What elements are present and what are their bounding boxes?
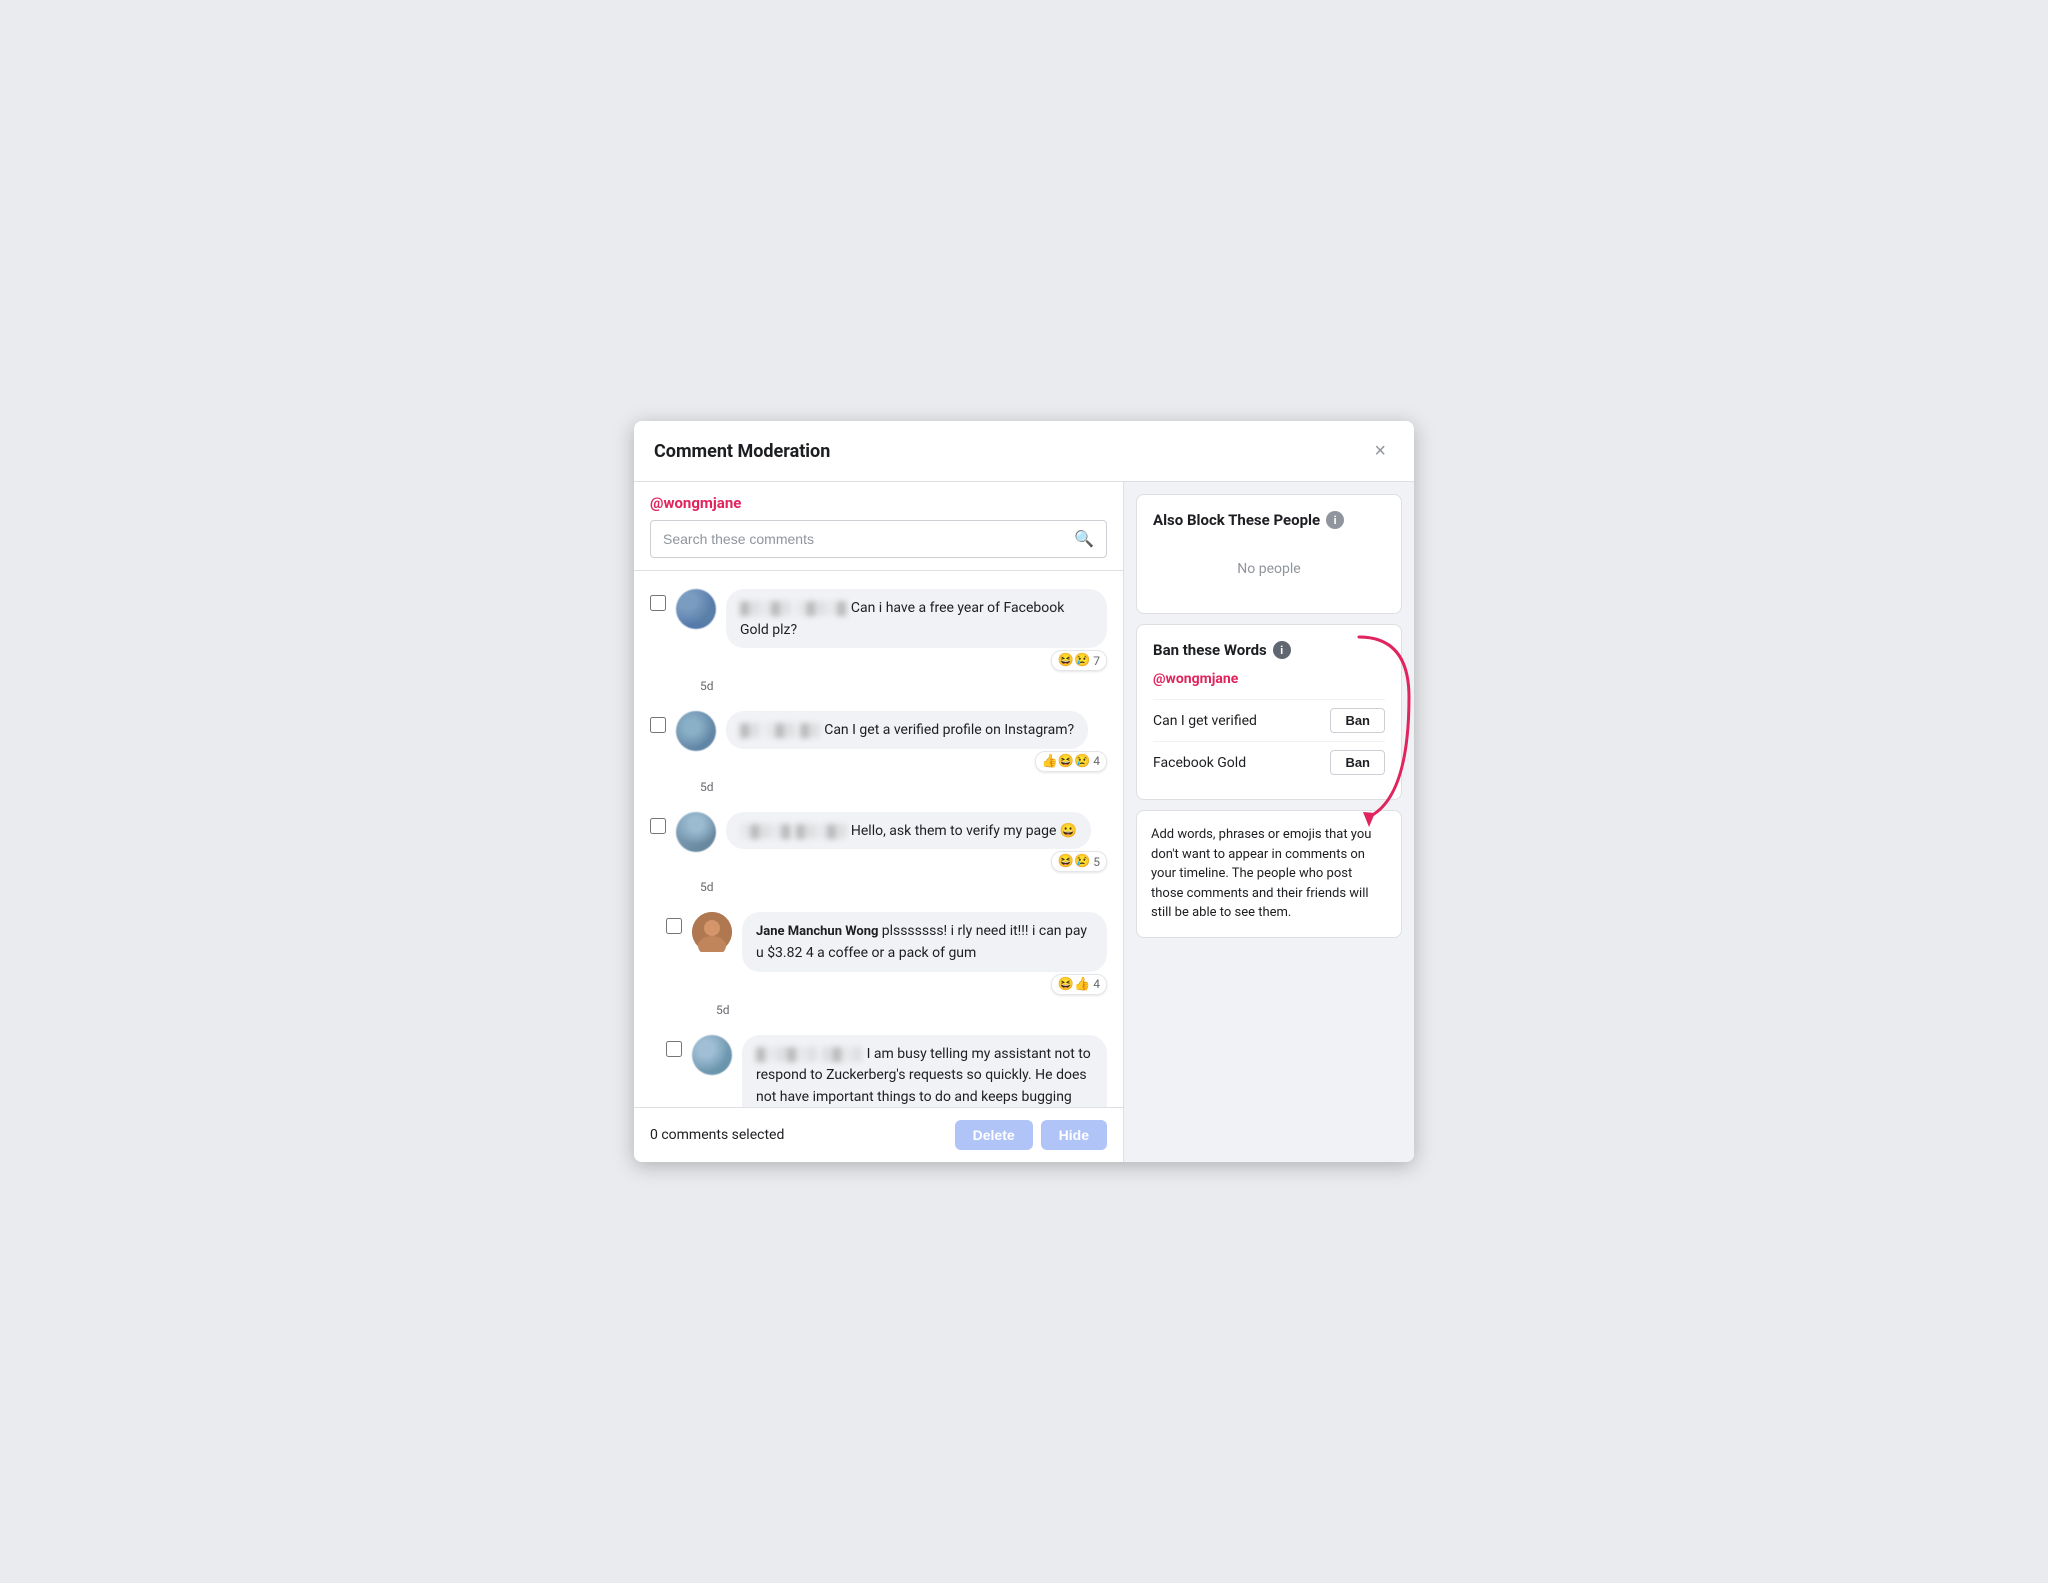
comment-checkbox[interactable] [650, 595, 666, 611]
ban-words-card: Ban these Words i @wongmjane Can I get v… [1136, 624, 1402, 800]
comment-bubble-wrap: Jane Manchun Wong plsssssss! i rly need … [742, 912, 1107, 994]
reaction-count: 4 [1093, 754, 1100, 768]
reaction-count: 5 [1093, 855, 1100, 869]
reaction-emojis: 😆😢 [1058, 854, 1090, 869]
tooltip-text: Add words, phrases or emojis that you do… [1151, 827, 1371, 920]
comment-bubble-wrap: ▓▒░▓▒ ░▓▒░▓ Can i have a free year of Fa… [726, 589, 1107, 671]
ban-username: @wongmjane [1153, 671, 1385, 687]
ban-words-header: Ban these Words i [1153, 641, 1385, 659]
avatar [676, 711, 716, 751]
footer-actions: Delete Hide [955, 1120, 1107, 1150]
hide-button[interactable]: Hide [1041, 1120, 1107, 1150]
modal-title: Comment Moderation [654, 441, 830, 462]
ban-phrase: Can I get verified [1153, 713, 1257, 729]
comments-list: ▓▒░▓▒ ░▓▒░▓ Can i have a free year of Fa… [634, 571, 1123, 1107]
comment-moderation-modal: Comment Moderation × @wongmjane 🔍 [634, 421, 1414, 1162]
ban-words-title: Ban these Words [1153, 641, 1267, 659]
comment-time: 5d [634, 776, 1123, 802]
comment-item: ▓░▒▓░▒ ▒▓░▒ I am busy telling my assista… [634, 1025, 1123, 1107]
comment-author: Jane Manchun Wong [756, 924, 882, 939]
right-panel: Also Block These People i No people Ban … [1124, 482, 1414, 1162]
reaction-emojis: 👍😆😢 [1042, 754, 1091, 769]
ban-phrase: Facebook Gold [1153, 755, 1246, 771]
reaction-badge: 👍😆😢 4 [1035, 751, 1107, 772]
no-people-text: No people [1153, 541, 1385, 597]
info-icon-label: i [1280, 644, 1283, 657]
left-panel-header: @wongmjane 🔍 [634, 482, 1123, 571]
comment-time: 5d [634, 876, 1123, 902]
ban-button[interactable]: Ban [1330, 708, 1385, 733]
comment-bubble-wrap: ▓▒ ░▓▒ ▓▒ Can I get a verified profile o… [726, 711, 1107, 772]
reaction-count: 7 [1093, 654, 1100, 668]
comment-item: ▓▒░▓▒ ░▓▒░▓ Can i have a free year of Fa… [634, 579, 1123, 675]
modal-header: Comment Moderation × [634, 421, 1414, 482]
comment-checkbox[interactable] [666, 918, 682, 934]
comment-reactions: 😆👍 4 [742, 974, 1107, 995]
close-button[interactable]: × [1366, 437, 1394, 465]
comment-bubble: Jane Manchun Wong plsssssss! i rly need … [742, 912, 1107, 971]
reaction-badge: 😆😢 5 [1051, 851, 1107, 872]
comment-reactions: 😆😢 7 [726, 650, 1107, 671]
left-panel: @wongmjane 🔍 ▓▒░▓▒ ░▓▒░▓ [634, 482, 1124, 1162]
ban-button[interactable]: Ban [1330, 750, 1385, 775]
info-icon-label: i [1334, 514, 1337, 527]
reaction-count: 4 [1093, 977, 1100, 991]
comment-bubble: ▓▒ ░▓▒ ▓▒ Can I get a verified profile o… [726, 711, 1088, 749]
avatar [692, 912, 732, 952]
ban-row: Facebook Gold Ban [1153, 741, 1385, 783]
modal-body: @wongmjane 🔍 ▓▒░▓▒ ░▓▒░▓ [634, 482, 1414, 1162]
reaction-badge: 😆😢 7 [1051, 650, 1107, 671]
comment-item: ▓▒ ░▓▒ ▓▒ Can I get a verified profile o… [634, 701, 1123, 776]
comment-text: ▓░▒▓░▒ ▒▓░▒ I am busy telling my assista… [756, 1046, 1091, 1107]
comment-reactions: 😆😢 5 [726, 851, 1107, 872]
username-label: @wongmjane [650, 494, 1107, 512]
comment-text: ░▓▒░▓ ▓▒░▓▒ Hello, ask them to verify my… [740, 823, 1077, 839]
comment-time: 5d [634, 675, 1123, 701]
search-icon: 🔍 [1074, 531, 1094, 548]
also-block-header: Also Block These People i [1153, 511, 1385, 529]
search-input[interactable] [651, 523, 1062, 555]
left-panel-footer: 0 comments selected Delete Hide [634, 1107, 1123, 1162]
also-block-title: Also Block These People [1153, 511, 1320, 529]
comment-item: ░▓▒░▓ ▓▒░▓▒ Hello, ask them to verify my… [634, 802, 1123, 877]
comment-time: 5d [634, 999, 1123, 1025]
comment-text: ▓▒░▓▒ ░▓▒░▓ Can i have a free year of Fa… [740, 600, 1064, 638]
selected-count: 0 comments selected [650, 1127, 784, 1143]
tooltip-card: Add words, phrases or emojis that you do… [1136, 810, 1402, 938]
comment-bubble: ░▓▒░▓ ▓▒░▓▒ Hello, ask them to verify my… [726, 812, 1091, 850]
comment-bubble-wrap: ▓░▒▓░▒ ▒▓░▒ I am busy telling my assista… [742, 1035, 1107, 1107]
comment-item: Jane Manchun Wong plsssssss! i rly need … [634, 902, 1123, 998]
reaction-emojis: 😆😢 [1058, 653, 1090, 668]
avatar [692, 1035, 732, 1075]
delete-button[interactable]: Delete [955, 1120, 1033, 1150]
reaction-badge: 😆👍 4 [1051, 974, 1107, 995]
comment-checkbox[interactable] [650, 818, 666, 834]
comment-bubble-wrap: ░▓▒░▓ ▓▒░▓▒ Hello, ask them to verify my… [726, 812, 1107, 873]
comment-checkbox[interactable] [666, 1041, 682, 1057]
comment-bubble: ▓▒░▓▒ ░▓▒░▓ Can i have a free year of Fa… [726, 589, 1107, 648]
search-button[interactable]: 🔍 [1062, 521, 1106, 557]
also-block-card: Also Block These People i No people [1136, 494, 1402, 614]
comment-text: ▓▒ ░▓▒ ▓▒ Can I get a verified profile o… [740, 722, 1074, 738]
ban-row: Can I get verified Ban [1153, 699, 1385, 741]
info-icon-also-block[interactable]: i [1326, 511, 1344, 529]
reaction-emojis: 😆👍 [1058, 977, 1090, 992]
comment-bubble: ▓░▒▓░▒ ▒▓░▒ I am busy telling my assista… [742, 1035, 1107, 1107]
comment-reactions: 👍😆😢 4 [726, 751, 1107, 772]
comment-checkbox[interactable] [650, 717, 666, 733]
avatar [676, 589, 716, 629]
avatar [676, 812, 716, 852]
search-box: 🔍 [650, 520, 1107, 558]
info-icon-ban-words[interactable]: i [1273, 641, 1291, 659]
